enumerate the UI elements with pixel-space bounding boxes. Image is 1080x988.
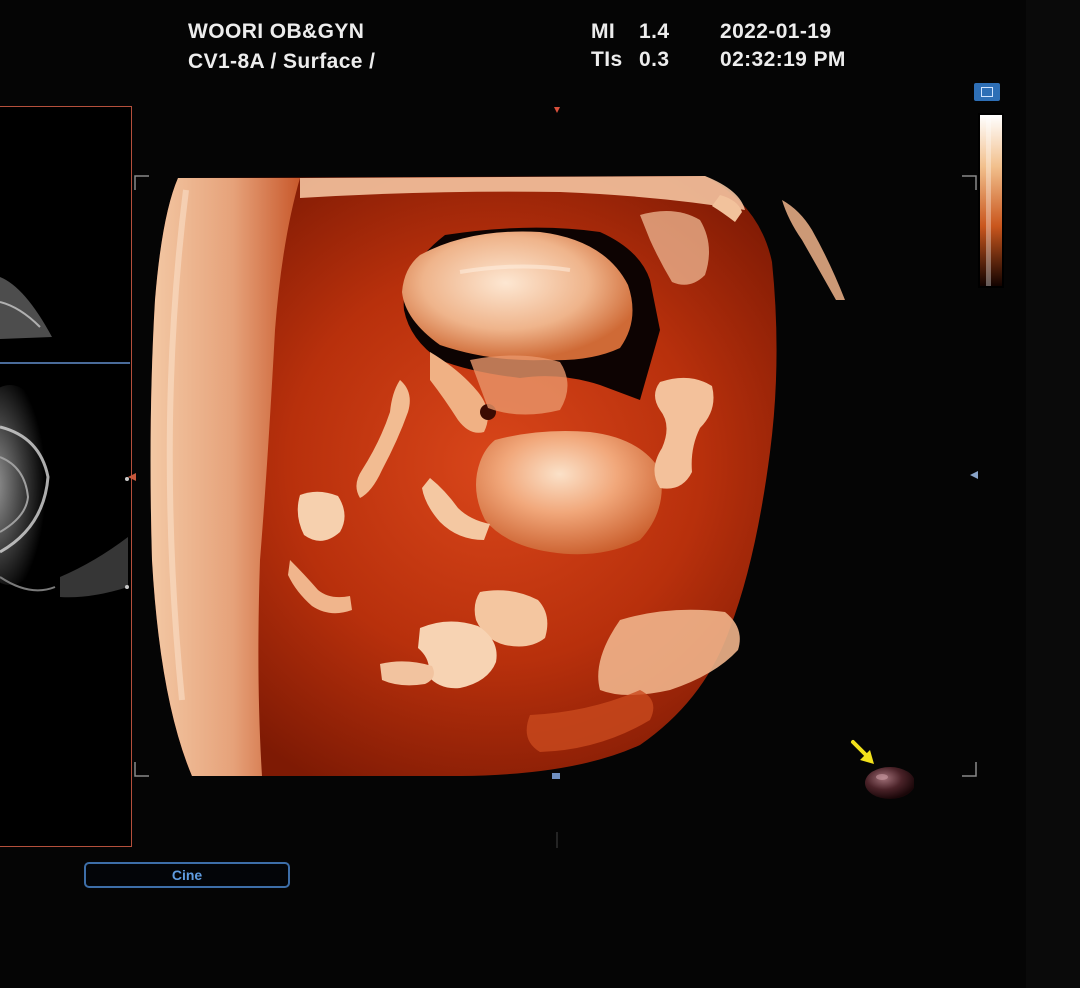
- bottom-marker: [552, 773, 560, 779]
- layout-icon[interactable]: [974, 83, 1000, 101]
- roi-corner-tr: [962, 175, 977, 190]
- roi-corner-bl: [134, 762, 149, 777]
- 3d-surface-render: [128, 107, 978, 848]
- right-edge-strip: [1026, 0, 1080, 988]
- roi-corner-tl: [134, 175, 149, 190]
- right-marker: [970, 471, 978, 479]
- roi-corner-br: [962, 762, 977, 777]
- yellow-arrow-icon: [851, 740, 874, 764]
- colorbar-scale: [978, 113, 1004, 288]
- orientation-ball-icon[interactable]: [862, 764, 914, 800]
- top-marker: [554, 107, 560, 113]
- ultrasound-screen: WOORI OB&GYN CV1-8A / Surface / MI 1.4 T…: [0, 0, 1026, 988]
- left-marker: [128, 473, 136, 481]
